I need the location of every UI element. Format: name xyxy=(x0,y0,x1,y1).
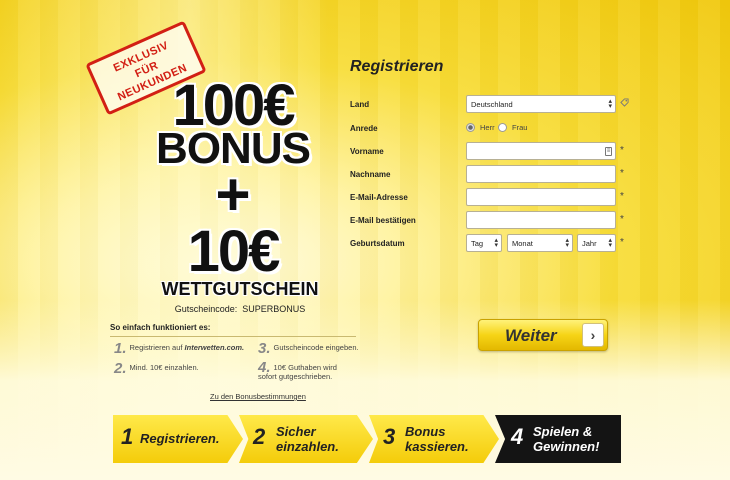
radio-herr-label: Herr xyxy=(480,123,495,132)
email-confirm-label: E-Mail bestätigen xyxy=(350,216,416,225)
how-it-works: So einfach funktioniert es: 1. Registrier… xyxy=(110,323,360,393)
land-selected-value: Deutschland xyxy=(471,100,513,109)
banner-step-1: 1 Registrieren. xyxy=(113,415,243,463)
nachname-input[interactable] xyxy=(466,165,616,183)
vorname-input[interactable]: ≡ xyxy=(466,142,616,160)
required-mark: * xyxy=(620,168,624,179)
brand-name: Interwetten.com. xyxy=(184,343,245,352)
weiter-label: Weiter xyxy=(505,326,557,345)
year-value: Jahr xyxy=(582,239,597,248)
code-label: Gutscheincode: xyxy=(174,304,238,314)
anrede-radio-group: Herr Frau xyxy=(466,122,546,134)
nachname-label: Nachname xyxy=(350,170,391,179)
land-select[interactable]: Deutschland ▴ ▾ xyxy=(466,95,616,113)
plus-sign: + xyxy=(215,161,251,228)
step-number: 4. xyxy=(258,359,271,376)
required-mark: * xyxy=(620,237,624,248)
month-value: Monat xyxy=(512,239,533,248)
step-text: Gutscheincode eingeben. xyxy=(273,343,359,352)
select-arrows-icon: ▴ ▾ xyxy=(608,237,612,249)
banner-step-number: 3 xyxy=(383,424,396,449)
voucher-word: WETTGUTSCHEIN xyxy=(161,279,319,299)
radio-herr[interactable] xyxy=(466,123,475,132)
banner-step-label: Bonus kassieren. xyxy=(405,424,469,454)
form-title: Registrieren xyxy=(350,58,444,75)
banner-step-label: Registrieren. xyxy=(140,431,220,446)
banner-step-label-line-2: kassieren. xyxy=(405,439,469,454)
howto-step-3: 3. Gutscheincode eingeben. xyxy=(258,341,359,356)
banner-step-label-line-2: Gewinnen! xyxy=(533,439,600,454)
chevron-right-icon: › xyxy=(582,323,604,347)
voucher-code: Gutscheincode: SUPERBONUS xyxy=(152,304,328,314)
banner-step-label: Spielen & Gewinnen! xyxy=(533,424,599,454)
select-arrows-icon: ▴ ▾ xyxy=(608,98,612,110)
howto-step-2: 2. Mind. 10€ einzahlen. xyxy=(114,361,199,376)
required-mark: * xyxy=(620,214,624,225)
bonus-terms-link[interactable]: Zu den Bonusbestimmungen xyxy=(210,392,306,401)
banner-step-number: 4 xyxy=(511,424,524,449)
anrede-label: Anrede xyxy=(350,124,378,133)
required-mark: * xyxy=(620,145,624,156)
voucher-amount: 10€ xyxy=(187,219,281,284)
step-number: 2. xyxy=(114,359,127,377)
step-number: 1. xyxy=(114,339,127,357)
id-card-icon: ≡ xyxy=(605,147,612,156)
birth-year-select[interactable]: Jahr ▴ ▾ xyxy=(577,234,616,252)
banner-step-label-line-1: Spielen & xyxy=(533,424,593,439)
banner-step-number: 1 xyxy=(121,424,134,449)
banner-step-3: 3 Bonus kassieren. xyxy=(369,415,499,463)
steps-banner: 1 Registrieren. 2 Sicher einzahlen. 3 Bon… xyxy=(113,415,621,463)
step-text: Mind. 10€ einzahlen. xyxy=(129,363,199,372)
vorname-label: Vorname xyxy=(350,147,384,156)
howto-step-1: 1. Registrieren auf Interwetten.com. xyxy=(114,341,245,356)
select-arrows-icon: ▴ ▾ xyxy=(494,237,498,249)
tag-icon xyxy=(620,98,629,107)
radio-frau-label: Frau xyxy=(512,123,528,132)
birth-day-select[interactable]: Tag ▴ ▾ xyxy=(466,234,502,252)
banner-step-label-line-2: einzahlen. xyxy=(276,439,339,454)
land-label: Land xyxy=(350,100,370,109)
birthdate-label: Geburtsdatum xyxy=(350,239,405,248)
step-text: Registrieren auf xyxy=(129,343,185,352)
how-it-works-steps: 1. Registrieren auf Interwetten.com. 2. Mi… xyxy=(110,341,360,393)
day-value: Tag xyxy=(471,239,484,248)
banner-step-number: 2 xyxy=(253,424,266,449)
radio-frau[interactable] xyxy=(498,123,507,132)
banner-step-4: 4 Spielen & Gewinnen! xyxy=(495,415,621,463)
banner-step-label: Sicher einzahlen. xyxy=(276,424,339,454)
how-it-works-title: So einfach funktioniert es: xyxy=(110,323,356,337)
step-number: 3. xyxy=(258,339,271,357)
birth-month-select[interactable]: Monat ▴ ▾ xyxy=(507,234,573,252)
email-input[interactable] xyxy=(466,188,616,206)
banner-step-2: 2 Sicher einzahlen. xyxy=(239,415,373,463)
required-mark: * xyxy=(620,191,624,202)
howto-step-4: 4. 10€ Guthaben wird sofort gutgeschriebe… xyxy=(258,359,354,381)
weiter-button[interactable]: Weiter › xyxy=(478,319,608,351)
banner-step-label-line-1: Bonus xyxy=(405,424,446,439)
select-arrows-icon: ▴ ▾ xyxy=(565,237,569,249)
email-label: E-Mail-Adresse xyxy=(350,193,408,202)
banner-step-label-line-1: Sicher xyxy=(276,424,316,439)
email-confirm-input[interactable] xyxy=(466,211,616,229)
code-value: SUPERBONUS xyxy=(242,304,306,314)
